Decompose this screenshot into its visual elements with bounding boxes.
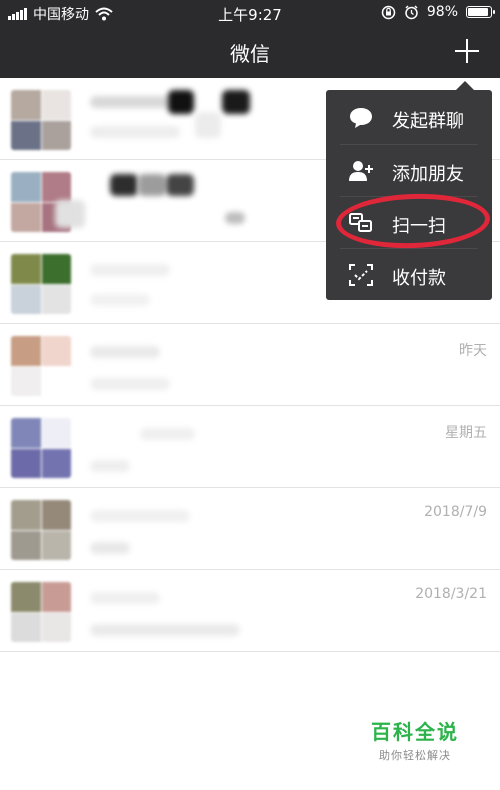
orientation-lock-icon xyxy=(381,5,396,19)
chat-row[interactable]: 2018/3/21 xyxy=(0,570,500,652)
battery-percent: 98% xyxy=(426,4,458,20)
chat-time: 昨天 xyxy=(459,343,487,359)
avatar xyxy=(11,90,71,150)
page-title: 微信 xyxy=(230,42,270,66)
status-bar: 中国移动 上午9:27 98% xyxy=(0,0,500,26)
status-right: 98% xyxy=(381,4,495,20)
top-bar: 中国移动 上午9:27 98% 微信 xyxy=(0,0,500,78)
chat-time: 2018/3/21 xyxy=(415,586,487,602)
menu-item-label: 发起群聊 xyxy=(392,111,464,132)
avatar xyxy=(11,254,71,314)
menu-item-label: 添加朋友 xyxy=(392,164,464,185)
chat-time: 星期五 xyxy=(445,425,487,441)
battery-icon xyxy=(466,6,495,18)
watermark-subtitle: 助你轻松解决 xyxy=(379,749,451,762)
plus-icon[interactable] xyxy=(452,36,482,66)
add-friend-icon xyxy=(349,161,373,181)
chat-row[interactable]: 星期五 xyxy=(0,406,500,488)
menu-item-add-friend[interactable]: 添加朋友 xyxy=(326,145,492,197)
menu-item-group-chat[interactable]: 发起群聊 xyxy=(326,92,492,144)
alarm-icon xyxy=(405,4,418,19)
menu-item-label: 收付款 xyxy=(392,268,446,289)
watermark-logo: 百科全说 助你轻松解决 xyxy=(360,716,470,763)
chat-row[interactable]: 昨天 xyxy=(0,324,500,406)
watermark-title: 百科全说 xyxy=(371,720,459,744)
chat-bubble-icon xyxy=(350,108,372,128)
payment-icon xyxy=(349,264,373,286)
menu-item-payment[interactable]: 收付款 xyxy=(326,249,492,301)
chat-row[interactable]: 2018/7/9 xyxy=(0,488,500,570)
avatar xyxy=(11,500,71,560)
avatar xyxy=(11,418,71,478)
chat-time: 2018/7/9 xyxy=(424,504,487,520)
avatar xyxy=(11,582,71,642)
avatar xyxy=(11,336,71,396)
nav-bar: 微信 xyxy=(0,26,500,78)
